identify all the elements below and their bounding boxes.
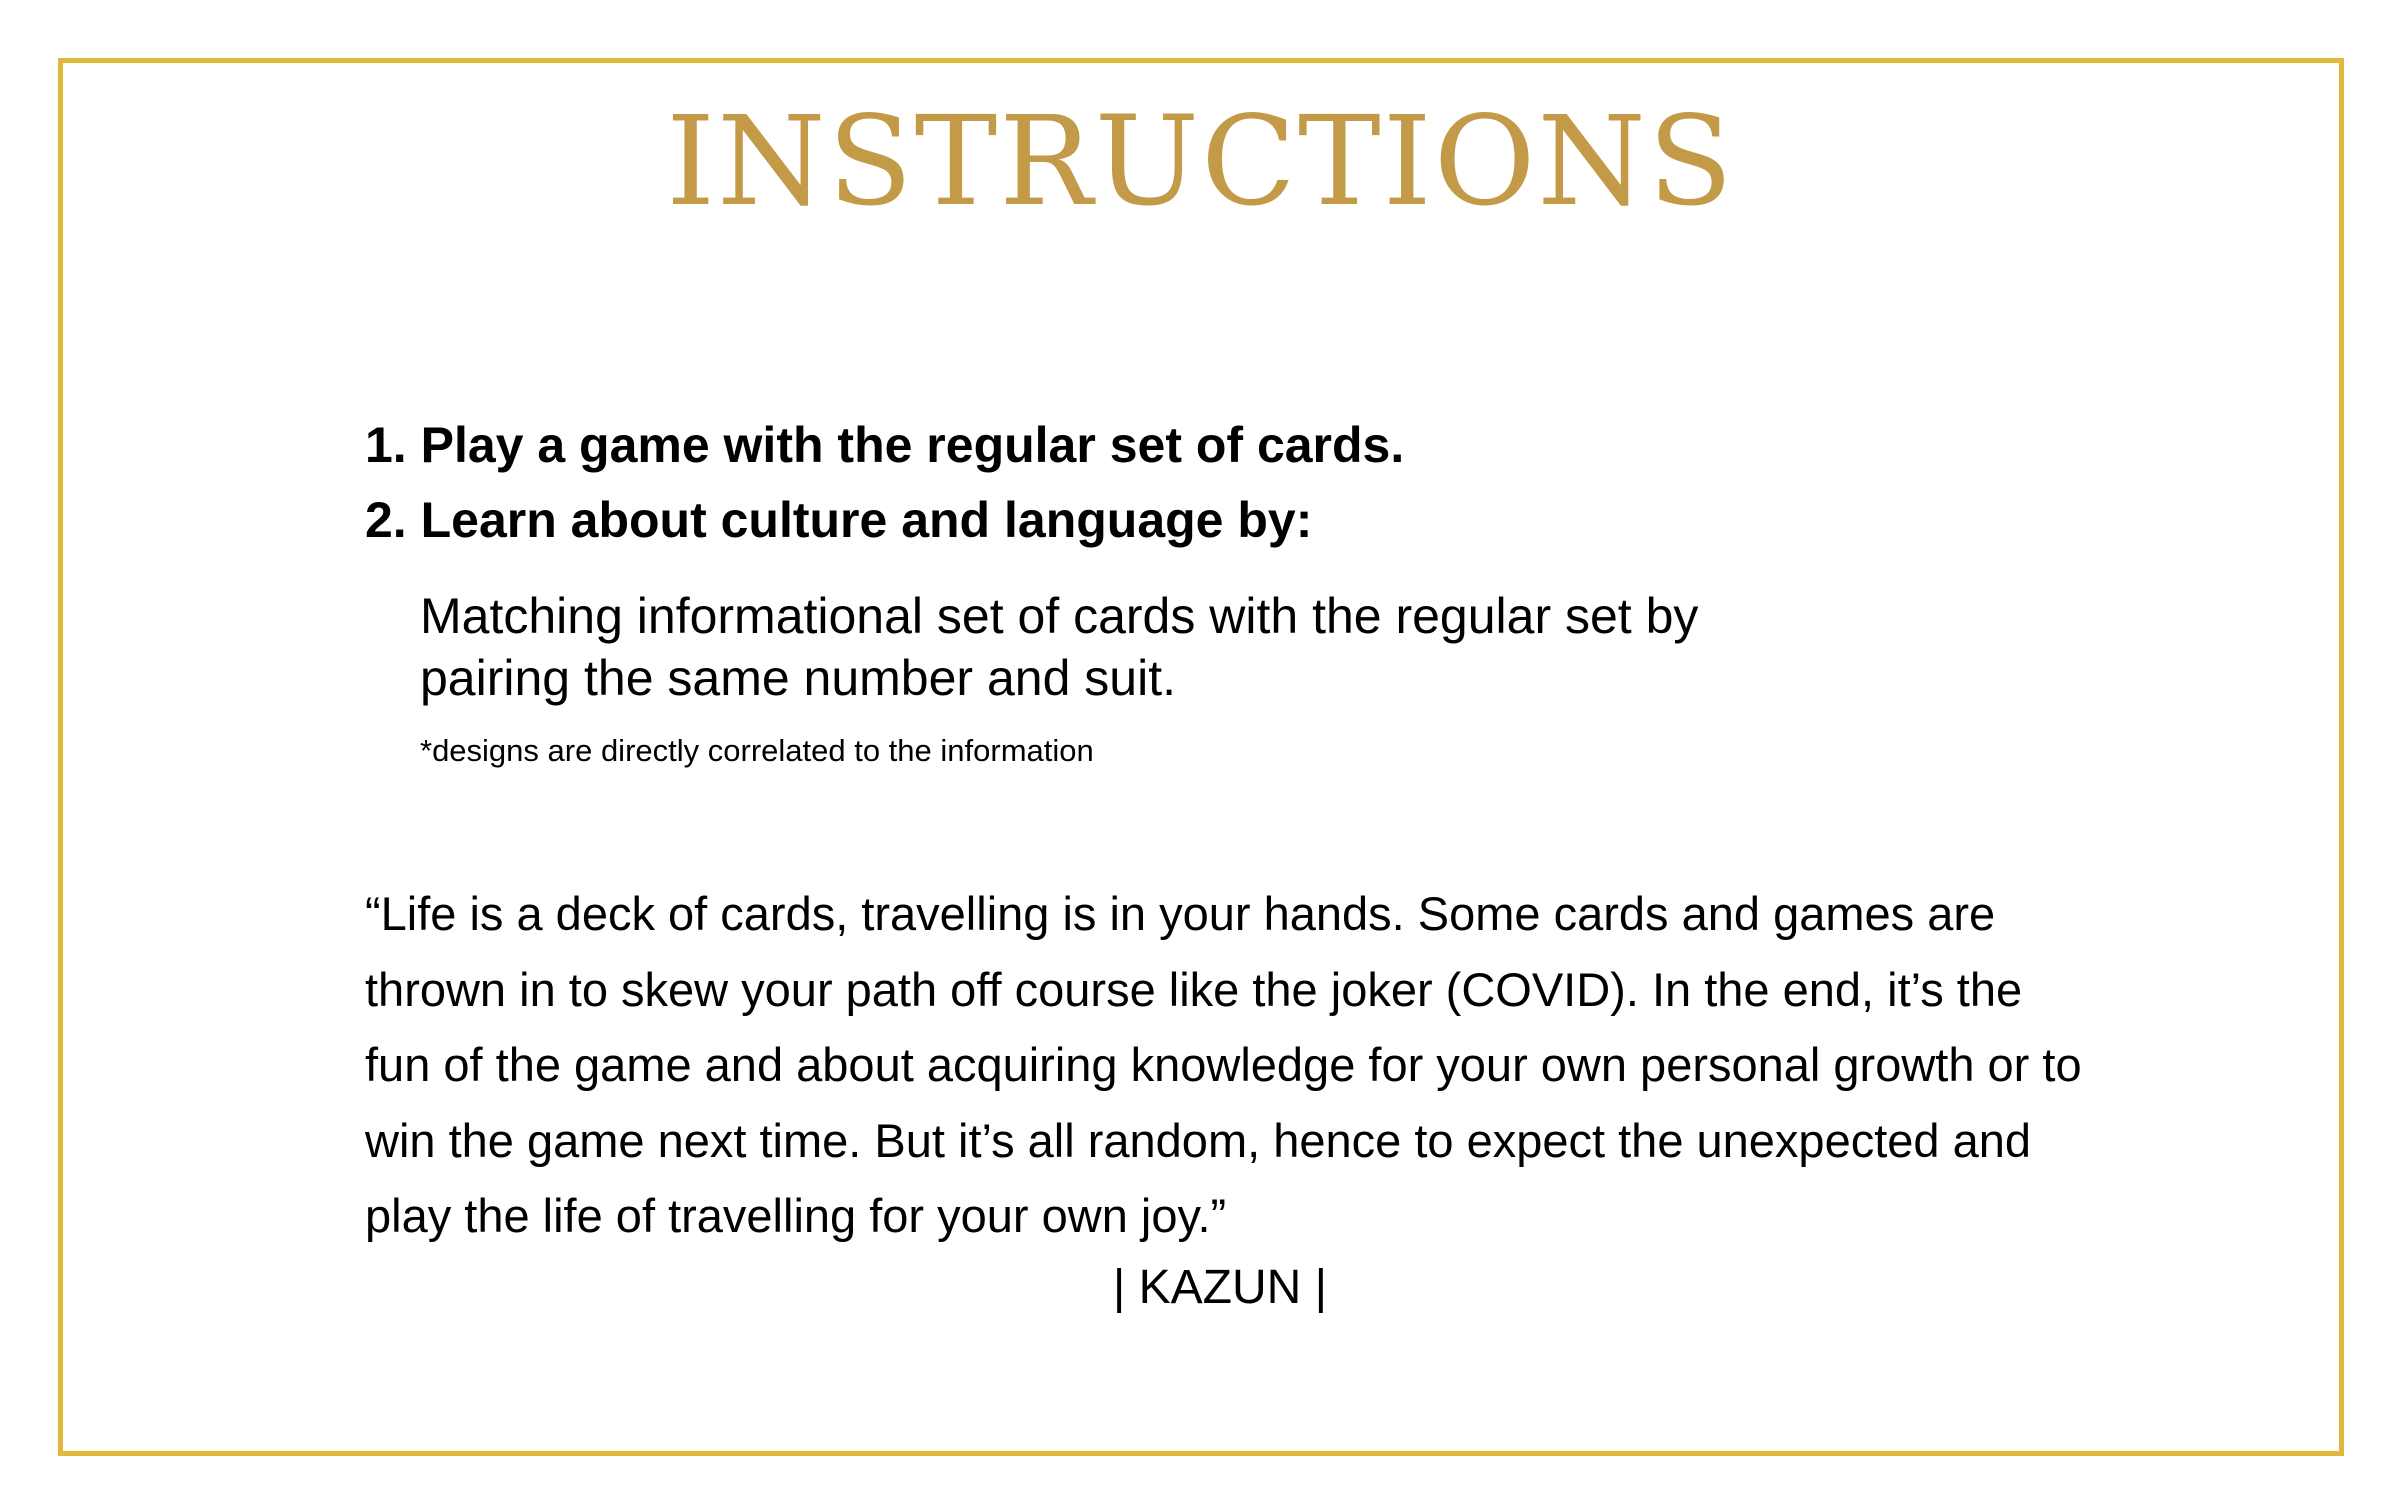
step-1: 1. Play a game with the regular set of c…	[365, 417, 1405, 473]
detail-line-2: pairing the same number and suit.	[420, 650, 1176, 706]
quote-author: | KAZUN |	[1112, 1261, 1328, 1314]
step-2: 2. Learn about culture and language by:	[365, 492, 1313, 548]
detail-line-1: Matching informational set of cards with…	[420, 588, 1699, 644]
footnote: *designs are directly correlated to the …	[420, 733, 1094, 768]
quote-text: “Life is a deck of cards, travelling is …	[365, 887, 2082, 1242]
instruction-steps: 1. Play a game with the regular set of c…	[365, 408, 1404, 558]
page-title: INSTRUCTIONS	[666, 90, 1735, 234]
step-2-detail: Matching informational set of cards with…	[420, 585, 1698, 709]
